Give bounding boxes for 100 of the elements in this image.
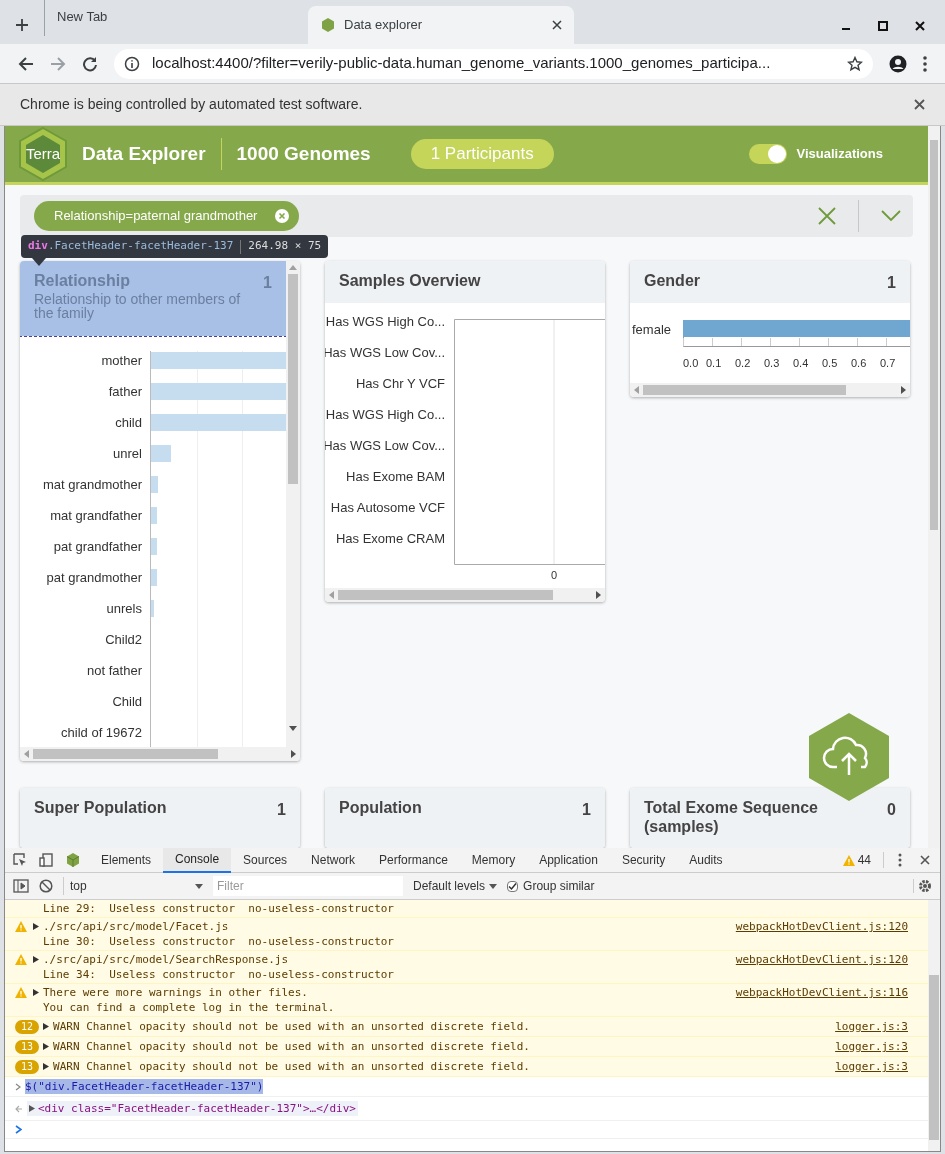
tick-label: 0.5 bbox=[822, 356, 838, 371]
devtools-tab[interactable]: Audits bbox=[677, 847, 735, 873]
scroll-right-icon bbox=[291, 750, 296, 758]
inspect-tooltip-selector: div.FacetHeader-facetHeader-137 bbox=[28, 238, 234, 255]
infobar-message: Chrome is being controlled by automated test software. bbox=[20, 95, 364, 114]
console-message: WARN Channel opacity should not be used with an unsorted discrete field. bbox=[53, 1059, 531, 1074]
devtools-tab[interactable]: Memory bbox=[459, 847, 528, 873]
page-scrollbar[interactable] bbox=[928, 126, 940, 848]
source-link[interactable]: webpackHotDevClient.js:120 bbox=[735, 952, 908, 982]
clear-all-icon[interactable] bbox=[818, 207, 836, 226]
bar-label: unrel bbox=[112, 444, 142, 463]
checkbox-label: Group similar bbox=[523, 878, 595, 895]
axis-label: female bbox=[632, 321, 672, 339]
app-title: Data Explorer bbox=[82, 141, 206, 166]
close-icon[interactable] bbox=[920, 855, 930, 865]
inspect-tooltip-size: 264.98 × 75 bbox=[248, 238, 322, 255]
devtools-tab[interactable]: Sources bbox=[231, 847, 300, 873]
horizontal-scrollbar[interactable] bbox=[325, 588, 605, 602]
axis-label: Has WGS High Co... bbox=[325, 406, 445, 424]
close-icon[interactable] bbox=[552, 20, 562, 30]
close-icon[interactable] bbox=[915, 21, 925, 31]
clear-icon[interactable] bbox=[275, 209, 290, 224]
bar-label: not father bbox=[86, 661, 142, 680]
bar bbox=[151, 445, 171, 462]
bar-label: unrels bbox=[105, 599, 142, 618]
filter-input[interactable]: Filter bbox=[213, 876, 403, 896]
expand-arrow-icon[interactable] bbox=[33, 923, 39, 930]
hexagon-logo-icon bbox=[320, 17, 336, 33]
bookmark-star-icon[interactable] bbox=[847, 55, 863, 72]
reload-icon[interactable] bbox=[82, 55, 98, 72]
console-message: WARN Channel opacity should not be used with an unsorted discrete field. bbox=[53, 1039, 531, 1054]
devtools-tab[interactable]: Performance bbox=[367, 847, 460, 873]
account-icon[interactable] bbox=[889, 54, 907, 73]
vertical-scrollbar[interactable] bbox=[286, 261, 300, 747]
chevron-down-icon[interactable] bbox=[881, 210, 901, 223]
maximize-icon[interactable] bbox=[878, 21, 888, 31]
logo-text: Terra bbox=[25, 143, 61, 164]
browser-tab[interactable]: New Tab bbox=[44, 0, 294, 36]
visualizations-toggle[interactable] bbox=[748, 144, 787, 165]
address-bar[interactable]: localhost:4400/?filter=verily-public-data.human_genome_variants.1000_genomes_participa... bbox=[114, 48, 873, 79]
expand-arrow-icon[interactable] bbox=[43, 1043, 50, 1050]
info-icon bbox=[124, 55, 140, 72]
close-icon[interactable] bbox=[914, 99, 925, 110]
devtools-tab[interactable]: Application bbox=[527, 847, 610, 873]
devtools-tab[interactable]: Console bbox=[163, 847, 232, 873]
dropdown-arrow-icon bbox=[195, 883, 203, 889]
devtools-tab[interactable]: Security bbox=[609, 847, 678, 873]
more-vertical-icon[interactable] bbox=[898, 853, 902, 867]
warning-count[interactable]: 44 bbox=[836, 851, 877, 869]
tick-label: 0.3 bbox=[764, 356, 780, 371]
dropdown-arrow-icon bbox=[489, 883, 498, 889]
sidebar-toggle-icon[interactable] bbox=[13, 879, 29, 893]
expand-arrow-icon[interactable] bbox=[33, 989, 39, 996]
inspect-element-icon[interactable] bbox=[13, 853, 27, 867]
warning-icon bbox=[842, 854, 855, 866]
devtools-tab[interactable]: Network bbox=[299, 847, 368, 873]
source-link[interactable]: logger.js:3 bbox=[835, 1059, 908, 1074]
devtools-tab[interactable]: Elements bbox=[89, 847, 164, 873]
axis-label: Has WGS Low Cov... bbox=[325, 344, 445, 362]
facet-description: Relationship to other members of the family bbox=[34, 292, 242, 320]
new-tab-icon[interactable] bbox=[14, 17, 30, 33]
participants-count: 1 Participants bbox=[410, 139, 554, 170]
context-selector[interactable]: top bbox=[63, 877, 203, 895]
source-link[interactable]: logger.js:3 bbox=[835, 1039, 908, 1054]
source-link[interactable]: webpackHotDevClient.js:120 bbox=[735, 919, 908, 949]
scroll-left-icon bbox=[634, 386, 639, 394]
repeat-count-badge: 12 bbox=[15, 1019, 40, 1034]
expand-arrow-icon[interactable] bbox=[29, 1105, 35, 1112]
source-link[interactable]: logger.js:3 bbox=[835, 1019, 908, 1034]
axis-label: Has Exome BAM bbox=[346, 468, 445, 486]
group-similar-checkbox[interactable] bbox=[507, 880, 519, 892]
clear-console-icon[interactable] bbox=[39, 879, 53, 893]
source-link[interactable]: webpackHotDevClient.js:116 bbox=[735, 985, 908, 1015]
bar-label: child of 19672 bbox=[60, 723, 142, 742]
log-levels-dropdown[interactable]: Default levels bbox=[413, 877, 498, 895]
bar-label: child bbox=[114, 413, 142, 432]
tick-label: 0.7 bbox=[880, 356, 896, 371]
horizontal-scrollbar[interactable] bbox=[630, 383, 910, 397]
facet-count: 1 bbox=[887, 273, 896, 293]
device-toolbar-icon[interactable] bbox=[39, 853, 53, 867]
console-output: <div class="FacetHeader-facetHeader-137">…</div> bbox=[38, 1101, 356, 1116]
cube-icon[interactable] bbox=[65, 852, 81, 868]
settings-icon[interactable] bbox=[913, 879, 932, 893]
horizontal-scrollbar[interactable] bbox=[20, 747, 300, 761]
facet-count: 1 bbox=[277, 800, 286, 820]
facet-title: Total Exome Sequence (samples) bbox=[644, 798, 819, 836]
console-scrollbar[interactable] bbox=[928, 900, 940, 1151]
console-prompt-icon[interactable] bbox=[15, 1125, 22, 1134]
expand-arrow-icon[interactable] bbox=[43, 1063, 50, 1070]
url-text: localhost:4400/?filter=verily-public-data.human_genome_variants.1000_genomes_participa... bbox=[152, 53, 772, 74]
upload-button[interactable] bbox=[807, 711, 891, 803]
browser-tab[interactable]: Data explorer bbox=[308, 6, 574, 44]
back-icon[interactable] bbox=[18, 55, 34, 72]
more-vertical-icon[interactable] bbox=[923, 55, 927, 72]
expand-arrow-icon[interactable] bbox=[43, 1023, 50, 1030]
console-message: WARN Channel opacity should not be used with an unsorted discrete field. bbox=[53, 1019, 531, 1034]
bar-label: Child2 bbox=[104, 630, 142, 649]
scroll-up-icon bbox=[289, 265, 297, 270]
expand-arrow-icon[interactable] bbox=[33, 956, 39, 963]
facet-count: 1 bbox=[263, 273, 272, 293]
